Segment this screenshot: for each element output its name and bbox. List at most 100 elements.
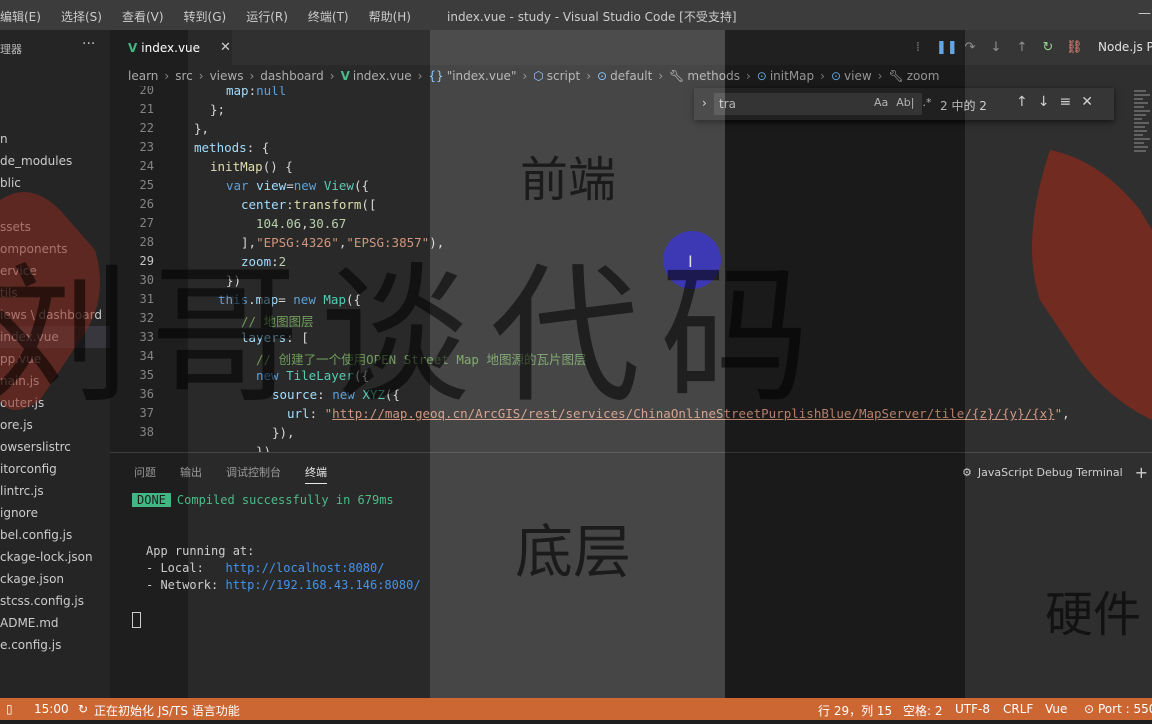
status-cursor-position[interactable]: 行 29，列 15	[818, 702, 892, 719]
code-line: ],"EPSG:4326","EPSG:3857"),	[241, 235, 445, 250]
step-out-icon[interactable]: ↑	[1014, 40, 1030, 55]
tab-index-vue[interactable]: V index.vue ✕	[110, 30, 232, 65]
close-icon[interactable]: ✕	[220, 40, 231, 55]
match-case-icon[interactable]: Aa	[874, 96, 888, 109]
file-tree-item[interactable]: index.vue	[0, 326, 110, 348]
step-into-icon[interactable]: ↓	[988, 40, 1004, 55]
tab-terminal[interactable]: 终端	[305, 464, 327, 484]
breadcrumb-item[interactable]: index.vue	[353, 69, 412, 83]
debug-target[interactable]: Node.js Pr	[1098, 40, 1152, 54]
file-tree-item[interactable]: ignore	[0, 502, 38, 524]
regex-icon[interactable]: .*	[922, 96, 931, 109]
network-url-link[interactable]: http://192.168.43.146:8080/	[225, 578, 420, 592]
add-terminal-icon[interactable]: +	[1135, 463, 1148, 482]
file-tree-item[interactable]: blic	[0, 172, 21, 194]
file-tree-item[interactable]: omponents	[0, 238, 68, 260]
file-tree-item[interactable]: e.config.js	[0, 634, 61, 656]
local-label: - Local:	[146, 561, 226, 575]
line-number: 31	[139, 292, 154, 306]
local-url-link[interactable]: http://localhost:8080/	[225, 561, 384, 575]
code-editor[interactable]: 20 21 22 23 24 25 26 27 28 29 30 31 32 33 34 35 36 37 38 m…	[110, 86, 1152, 452]
line-number: 21	[139, 102, 154, 116]
file-tree-item[interactable]: ckage-lock.json	[0, 546, 93, 568]
breadcrumb-item[interactable]: zoom	[907, 69, 940, 83]
menu-selection[interactable]: 选择(S)	[51, 8, 112, 25]
breadcrumb-item[interactable]: src	[175, 69, 193, 83]
breadcrumb-item[interactable]: views	[210, 69, 244, 83]
network-label: - Network:	[146, 578, 226, 592]
tab-problems[interactable]: 问题	[134, 464, 156, 484]
more-actions-icon[interactable]: ···	[82, 36, 95, 52]
file-tree-item[interactable]: outer.js	[0, 392, 44, 414]
menu-help[interactable]: 帮助(H)	[359, 8, 421, 25]
breadcrumb-item[interactable]: view	[844, 69, 872, 83]
status-eol[interactable]: CRLF	[1003, 702, 1033, 716]
file-tree-item[interactable]: ore.js	[0, 414, 33, 436]
breadcrumb-item[interactable]: dashboard	[260, 69, 323, 83]
file-tree-item[interactable]: ssets	[0, 216, 31, 238]
pause-icon[interactable]: ❚❚	[936, 40, 958, 55]
file-tree-item[interactable]: nain.js	[0, 370, 39, 392]
file-tree-item[interactable]: iews \ dashboard	[0, 304, 102, 326]
restart-icon[interactable]: ↻	[1040, 40, 1056, 55]
menu-view[interactable]: 查看(V)	[112, 8, 174, 25]
next-match-icon[interactable]: ↓	[1038, 94, 1050, 110]
file-tree-item[interactable]: stcss.config.js	[0, 590, 84, 612]
file-tree-item[interactable]: ADME.md	[0, 612, 59, 634]
minimap[interactable]	[1134, 90, 1150, 200]
file-tree-item[interactable]: ckage.json	[0, 568, 64, 590]
status-indentation[interactable]: 空格: 2	[903, 702, 943, 719]
code-line: };	[210, 102, 226, 117]
terminal-selector[interactable]: ⚙ JavaScript Debug Terminal + ⌄	[962, 463, 1152, 482]
sync-icon: ↻	[78, 702, 89, 716]
compile-message: Compiled successfully in 679ms	[176, 493, 394, 507]
breadcrumb-item[interactable]: default	[610, 69, 652, 83]
minimize-button[interactable]: —	[1138, 6, 1151, 21]
breadcrumb: learn › src › views › dashboard › Vindex.vue…	[128, 69, 940, 83]
file-tree-item[interactable]: owserslistrc	[0, 436, 71, 458]
file-tree-item[interactable]: tils	[0, 282, 18, 304]
status-live-server-port[interactable]: Port : 5500	[1098, 702, 1152, 716]
explorer-title: 理器	[0, 43, 22, 56]
match-word-icon[interactable]: Ab|	[896, 96, 914, 109]
file-tree-item[interactable]: itorconfig	[0, 458, 57, 480]
breadcrumb-item[interactable]: initMap	[770, 69, 814, 83]
gear-icon: ⚙	[962, 466, 972, 479]
panel-tabs: 问题 输出 调试控制台 终端	[134, 464, 327, 484]
code-line: // 创建了一个使用OPEN Street Map 地图源的瓦片图层	[256, 352, 587, 367]
file-tree-item[interactable]: lintrc.js	[0, 480, 44, 502]
toggle-replace-icon[interactable]: ›	[702, 96, 707, 110]
title-bar: 编辑(E) 选择(S) 查看(V) 转到(G) 运行(R) 终端(T) 帮助(H…	[0, 0, 1152, 30]
previous-match-icon[interactable]: ↑	[1016, 94, 1028, 110]
find-buttons: ↑ ↓ ≡ ✕	[1016, 94, 1093, 110]
disconnect-icon[interactable]: ⛓	[1066, 40, 1083, 55]
tab-debug-console[interactable]: 调试控制台	[226, 464, 281, 484]
file-tree-item[interactable]: bel.config.js	[0, 524, 72, 546]
code-line: map:null	[226, 86, 287, 98]
code-line: // 地图图层	[241, 314, 314, 329]
menu-run[interactable]: 运行(R)	[236, 8, 298, 25]
menu-edit[interactable]: 编辑(E)	[0, 8, 51, 25]
status-encoding[interactable]: UTF-8	[955, 702, 990, 716]
status-language[interactable]: Vue	[1045, 702, 1067, 716]
status-init-message[interactable]: 正在初始化 JS/TS 语言功能	[94, 702, 240, 719]
file-tree-item[interactable]: ervice	[0, 260, 37, 282]
breadcrumb-item[interactable]: learn	[128, 69, 158, 83]
file-tree-item[interactable]: n	[0, 128, 8, 150]
drag-handle-icon[interactable]: ⁞	[910, 40, 926, 55]
braces-icon: {}	[428, 69, 444, 83]
line-number: 37	[139, 406, 154, 420]
code-line: 104.06,30.67	[256, 216, 347, 231]
menu-terminal[interactable]: 终端(T)	[298, 8, 359, 25]
breadcrumb-item[interactable]: script	[547, 69, 580, 83]
file-tree-item[interactable]: pp.vue	[0, 348, 41, 370]
status-icon: ▯	[6, 702, 13, 716]
file-tree-item[interactable]: de_modules	[0, 150, 72, 172]
menu-goto[interactable]: 转到(G)	[174, 8, 237, 25]
find-in-selection-icon[interactable]: ≡	[1059, 94, 1071, 110]
close-icon[interactable]: ✕	[1081, 94, 1093, 110]
breadcrumb-item[interactable]: methods	[687, 69, 740, 83]
step-over-icon[interactable]: ↷	[962, 40, 978, 55]
breadcrumb-item[interactable]: "index.vue"	[447, 69, 517, 83]
tab-output[interactable]: 输出	[180, 464, 202, 484]
